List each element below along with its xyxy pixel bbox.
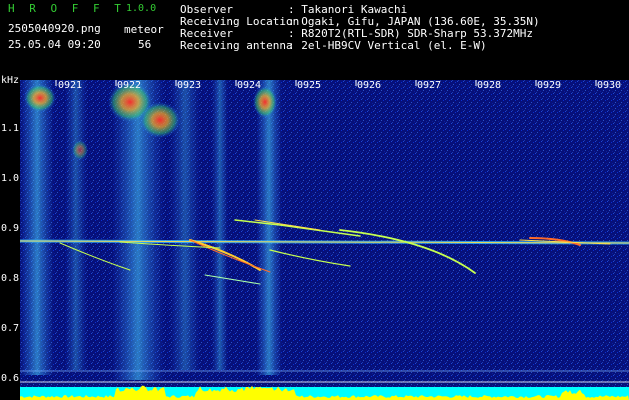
meteor-label: meteor [124, 23, 164, 36]
x-tick-0930: 0930 [597, 80, 622, 91]
y-tick-0-8: 0.8 [1, 273, 20, 284]
carrier-line [20, 239, 629, 245]
meteor-count: 56 [138, 38, 152, 51]
info-value-antenna: : 2el-HB9CV Vertical (el. E-W) [288, 39, 487, 52]
y-axis-unit: kHz [1, 75, 20, 86]
spectrogram-canvas [20, 80, 629, 400]
x-tick-0922: 0922 [117, 80, 142, 91]
x-tick-0927: 0927 [417, 80, 442, 91]
file-name: 2505040920.png [8, 22, 101, 35]
y-tick-1-1: 1.1 [1, 123, 20, 134]
app-version: 1.0.0 [126, 3, 157, 14]
x-tick-0926: 0926 [357, 80, 382, 91]
y-tick-0-6: 0.6 [1, 373, 20, 384]
x-tick-0921: 0921 [58, 80, 83, 91]
y-tick-0-7: 0.7 [1, 323, 20, 334]
spectrogram [20, 80, 629, 400]
x-tick-0924: 0924 [237, 80, 262, 91]
x-tick-0929: 0929 [537, 80, 562, 91]
x-tick-0928: 0928 [477, 80, 502, 91]
x-tick-0925: 0925 [297, 80, 322, 91]
y-tick-1-0: 1.0 [1, 173, 20, 184]
file-timestamp: 25.05.04 09:20 [8, 38, 101, 51]
y-tick-0-9: 0.9 [1, 223, 20, 234]
info-key-antenna: Receiving antenna [180, 39, 293, 52]
x-tick-0923: 0923 [177, 80, 202, 91]
app-title: H R O F F T [8, 2, 125, 15]
signal-level-bar [20, 385, 629, 400]
